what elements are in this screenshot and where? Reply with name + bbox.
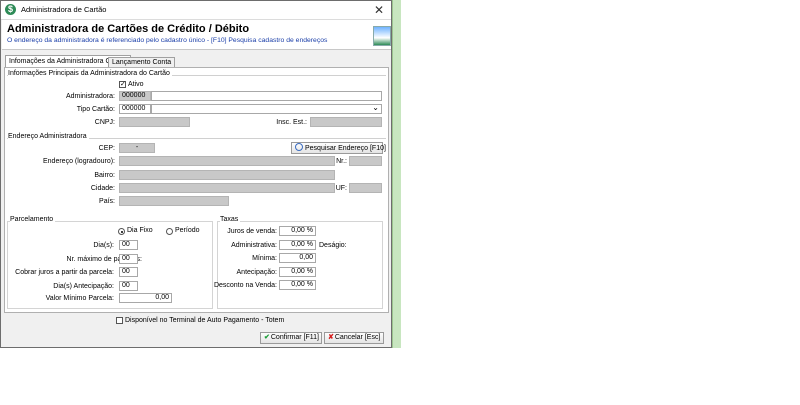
antecipacao-taxa-label: Antecipação: [236,269,277,276]
minima-label: Mínima: [252,255,277,262]
pesquisar-endereco-label: Pesquisar Endereço [F10] [305,145,386,152]
cnpj-field [119,117,190,127]
minima-input[interactable]: 0,00 [279,253,316,263]
periodo-label: Período [175,227,200,234]
dia-fixo-label: Dia Fixo [127,227,153,234]
cep-field: - [119,143,155,153]
group-label-parcelamento: Parcelamento [10,216,56,223]
search-icon [295,143,303,151]
window-title: Administradora de Cartão [21,5,107,14]
periodo-radio[interactable] [166,228,173,235]
check-icon: ✔ [264,334,270,341]
uf-label: UF: [335,185,347,192]
antecipacao-dias-input[interactable]: 00 [119,281,138,291]
tipo-cartao-select[interactable]: ⌄ [151,104,382,114]
cobrar-juros-input[interactable]: 00 [119,267,138,277]
desagio-label: Deságio: [319,242,347,249]
chevron-down-icon: ⌄ [372,103,379,112]
ativo-label: Ativo [128,81,144,88]
dias-label: Dia(s): [93,242,114,249]
administrativa-input[interactable]: 0,00 % [279,240,316,250]
nr-label: Nr.: [336,158,347,165]
administradora-code: 000000 [119,91,151,101]
insc-est-field [310,117,382,127]
dialog-window: $ Administradora de Cartão ✕ Administrad… [0,0,392,348]
nr-field [349,156,382,166]
juros-venda-input[interactable]: 0,00 % [279,226,316,236]
insc-est-label: Insc. Est.: [276,119,307,126]
title-bar: $ Administradora de Cartão ✕ [1,1,391,20]
group-label-endereco: Endereço Administradora [8,133,89,140]
form-header: Administradora de Cartões de Crédito / D… [2,20,391,50]
app-icon: $ [5,4,16,15]
group-label-principal: Informações Principais da Administradora… [8,70,172,77]
desconto-venda-input[interactable]: 0,00 % [279,280,316,290]
valor-minimo-input[interactable]: 0,00 [119,293,172,303]
bairro-label: Bairro: [94,172,115,179]
close-button[interactable]: ✕ [369,2,389,18]
pais-field [119,196,229,206]
x-icon: ✘ [328,334,334,341]
dias-input[interactable]: 00 [119,240,138,250]
antecipacao-taxa-input[interactable]: 0,00 % [279,267,316,277]
header-image-icon [373,26,391,46]
dia-fixo-radio[interactable] [118,228,125,235]
confirmar-label: Confirmar [F11] [270,334,319,341]
header-title: Administradora de Cartões de Crédito / D… [7,23,250,35]
max-parcelas-input[interactable]: 00 [119,254,138,264]
antecipacao-dias-label: Dia(s) Antecipação: [53,283,114,290]
tipo-cartao-label: Tipo Cartão: [76,106,115,113]
pesquisar-endereco-button[interactable]: Pesquisar Endereço [F10] [291,142,386,154]
tab-panel: Informações Principais da Administradora… [4,67,389,324]
administradora-name-input[interactable] [151,91,382,101]
cancelar-button[interactable]: ✘Cancelar [Esc] [324,332,384,344]
totem-label: Disponível no Terminal de Auto Pagamento… [125,317,285,324]
administrativa-label: Administrativa: [231,242,277,249]
totem-checkbox[interactable] [116,317,123,324]
logradouro-field [119,156,335,166]
tipo-cartao-code-input[interactable]: 000000 [119,104,151,114]
cancelar-label: Cancelar [Esc] [334,334,381,341]
logradouro-label: Endereço (logradouro): [43,158,115,165]
confirmar-button[interactable]: ✔Confirmar [F11] [260,332,322,344]
cidade-field [119,183,335,193]
cep-label: CEP: [98,145,115,152]
valor-minimo-label: Valor Mínimo Parcela: [45,295,114,302]
ativo-checkbox[interactable]: ✓ [119,81,126,88]
juros-venda-label: Juros de venda: [227,228,277,235]
bairro-field [119,170,335,180]
header-subtitle: O endereço da administradora é referenci… [7,37,328,44]
cidade-label: Cidade: [90,185,115,192]
group-label-taxas: Taxas [220,216,241,223]
desconto-venda-label: Desconto na Venda: [213,282,277,289]
uf-field [349,183,382,193]
cobrar-juros-label: Cobrar juros a partir da parcela: [15,269,114,276]
administradora-label: Administradora: [65,93,115,100]
pais-label: País: [99,198,115,205]
cnpj-label: CNPJ: [94,119,115,126]
background-app-strip [392,0,401,348]
